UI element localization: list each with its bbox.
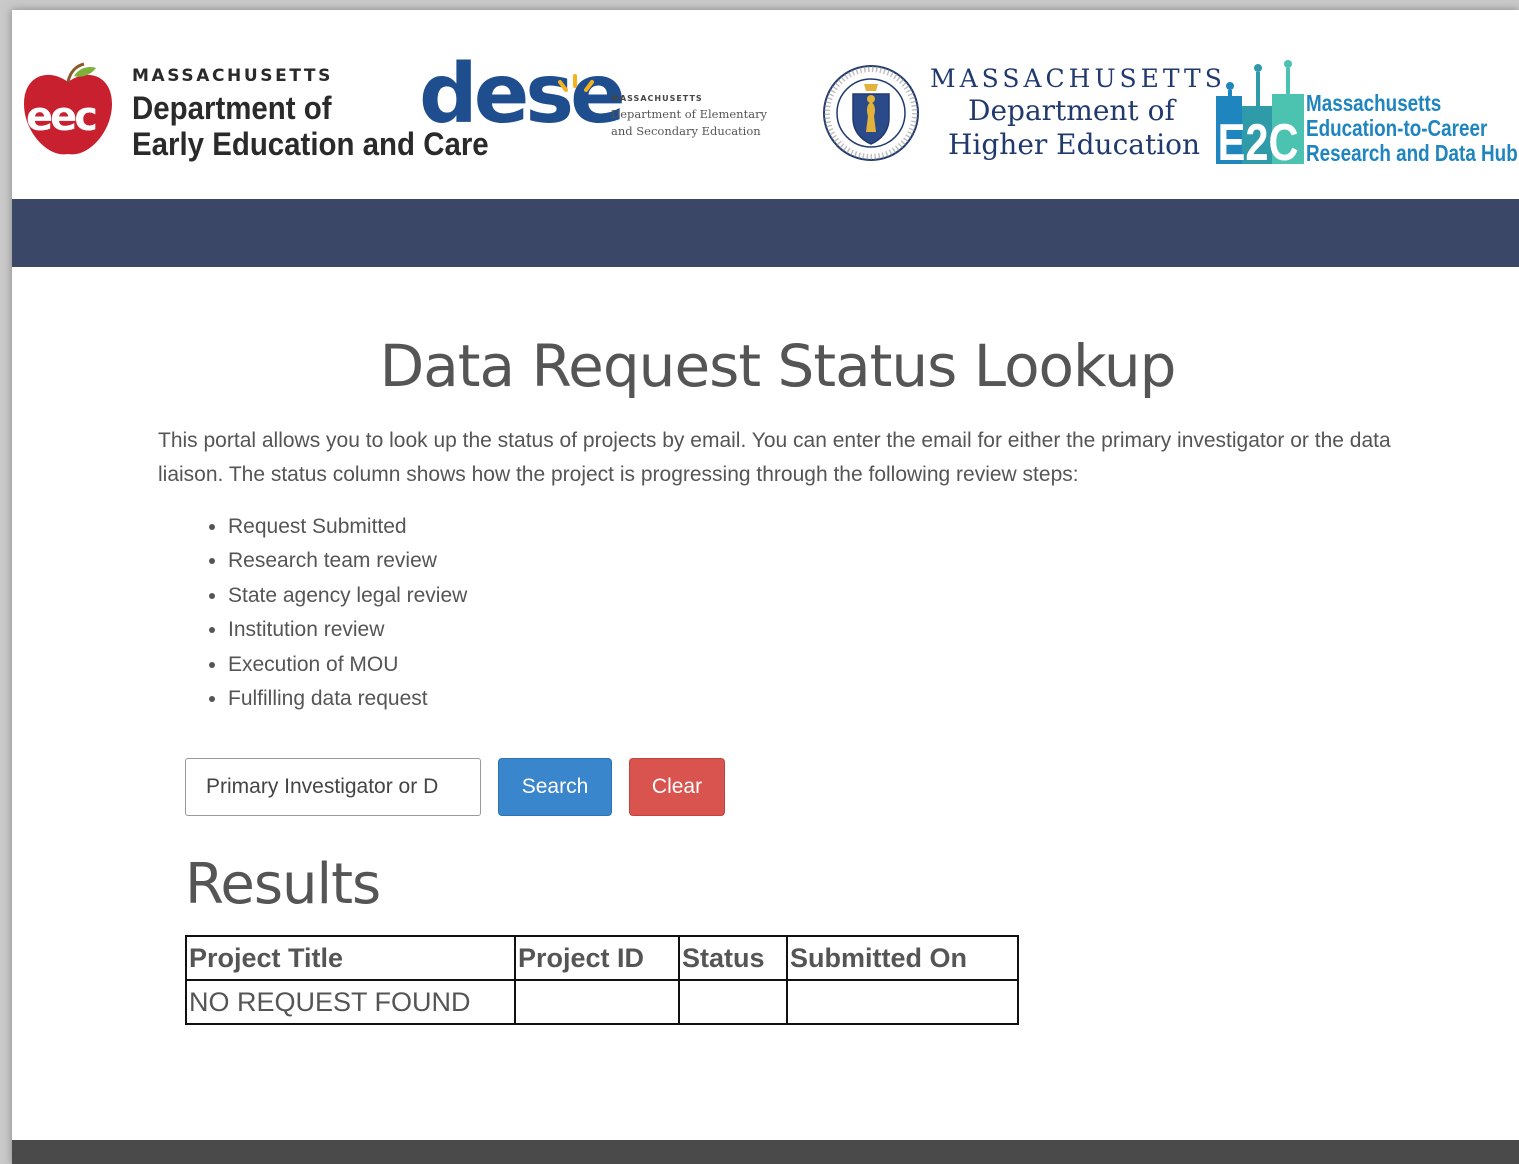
dese-logo-line2: and Secondary Education <box>611 124 761 138</box>
page: eec MASSACHUSETTS Department of Early Ed… <box>12 10 1519 1164</box>
e2c-logo-line3: Research and Data Hub <box>1306 140 1518 166</box>
sun-rays-icon <box>558 74 594 92</box>
results-table: Project Title Project ID Status Submitte… <box>185 935 1019 1025</box>
results-heading: Results <box>185 852 381 917</box>
header-logos: eec MASSACHUSETTS Department of Early Ed… <box>12 10 1519 199</box>
dhe-logo-state: MASSACHUSETTS <box>930 64 1226 93</box>
search-button[interactable]: Search <box>498 758 612 816</box>
svg-text:eec: eec <box>26 94 96 140</box>
dhe-logo-line2: Higher Education <box>948 128 1201 161</box>
table-cell-project-title: NO REQUEST FOUND <box>185 979 516 1025</box>
list-item: Execution of MOU <box>228 648 467 682</box>
dhe-logo-line1: Department of <box>968 94 1175 127</box>
dese-logo-line1: Department of Elementary <box>611 107 768 121</box>
dese-logo-state: MASSACHUSETTS <box>611 94 703 103</box>
review-steps-list: Request Submitted Research team review S… <box>198 510 467 716</box>
massachusetts-seal-icon <box>823 65 919 161</box>
list-item: Institution review <box>228 613 467 647</box>
column-header-project-title: Project Title <box>185 935 516 981</box>
footer-band <box>12 1140 1519 1164</box>
search-input[interactable] <box>185 758 481 816</box>
table-row: NO REQUEST FOUND <box>185 979 1019 1025</box>
page-title: Data Request Status Lookup <box>379 332 1177 400</box>
eec-logo-line1: Department of <box>132 90 332 126</box>
table-cell-status <box>678 979 788 1025</box>
intro-text: This portal allows you to look up the st… <box>158 429 1391 486</box>
table-cell-project-id <box>514 979 680 1025</box>
e2c-mark-icon: E2C <box>1216 60 1304 164</box>
list-item: Research team review <box>228 544 467 578</box>
list-item: Fulfilling data request <box>228 682 467 716</box>
column-header-submitted-on: Submitted On <box>786 935 1019 981</box>
table-cell-submitted-on <box>786 979 1019 1025</box>
list-item: Request Submitted <box>228 510 467 544</box>
clear-button[interactable]: Clear <box>629 758 725 816</box>
column-header-status: Status <box>678 935 788 981</box>
nav-band <box>12 199 1519 267</box>
svg-text:E2C: E2C <box>1218 113 1299 164</box>
e2c-logo-line2: Education-to-Career <box>1306 115 1488 141</box>
eec-apple-icon: eec <box>24 62 112 155</box>
eec-logo-state: MASSACHUSETTS <box>132 66 333 86</box>
e2c-logo-line1: Massachusetts <box>1306 90 1442 116</box>
column-header-project-id: Project ID <box>514 935 680 981</box>
list-item: State agency legal review <box>228 579 467 613</box>
table-header-row: Project Title Project ID Status Submitte… <box>185 935 1019 981</box>
